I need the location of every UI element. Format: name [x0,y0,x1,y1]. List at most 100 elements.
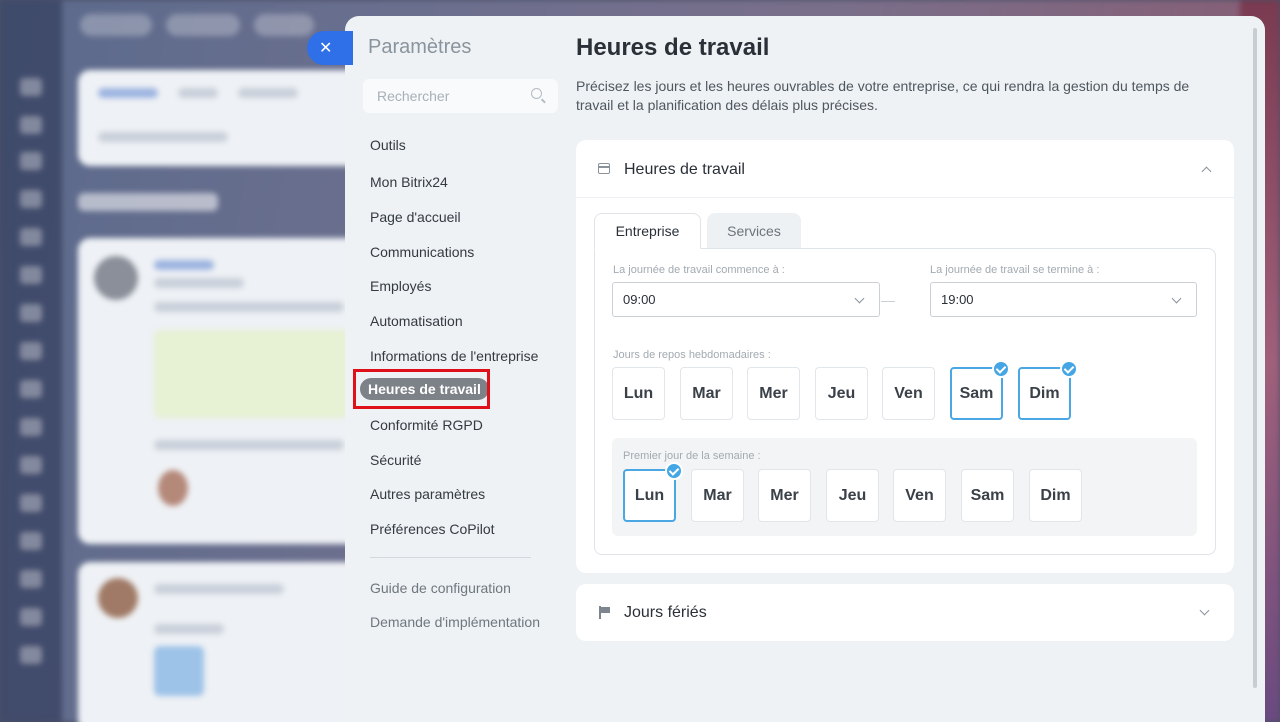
background-block [154,646,204,696]
background-pill [166,14,240,36]
background-avatar [158,470,188,506]
search-input[interactable]: Rechercher [363,79,558,113]
scrollbar[interactable] [1253,28,1257,688]
background-icon [20,646,42,664]
close-icon: ✕ [319,40,333,57]
background-icon [20,190,42,208]
background-icon [20,228,42,246]
first-day-sam[interactable]: Sam [961,469,1014,522]
first-day-jeu[interactable]: Jeu [826,469,879,522]
end-time-select[interactable]: 19:00 [930,282,1197,317]
holidays-card[interactable]: Jours fériés [576,584,1234,641]
time-range-dash [881,301,895,302]
background-icon [20,266,42,284]
background-line [238,88,298,98]
highlight-frame [353,369,490,409]
background-icon [20,152,42,170]
check-icon [992,360,1010,378]
first-day-lun-label: Lun [634,486,665,504]
rest-day-sam-label: Sam [959,384,994,402]
page-title: Heures de travail [576,34,770,61]
background-pill [80,14,152,36]
background-left-bar [0,0,62,722]
background-line [98,88,158,98]
check-icon [665,462,683,480]
flag-icon [599,606,610,619]
sidebar-item-preferences-copilot[interactable]: Préférences CoPilot [370,521,495,537]
sidebar-item-demande-implementation[interactable]: Demande d'implémentation [370,614,540,630]
chevron-down-icon [1171,293,1182,304]
background-icon [20,532,42,550]
background-avatar [98,578,138,618]
rest-day-dim-label: Dim [1029,384,1060,402]
sidebar-item-page-accueil[interactable]: Page d'accueil [370,209,461,225]
first-day-lun[interactable]: Lun [623,462,683,522]
background-icon [20,418,42,436]
background-pill [254,14,314,36]
background-line [98,132,228,142]
close-button[interactable]: ✕ [307,31,353,65]
background-card [78,562,368,722]
first-day-mer[interactable]: Mer [758,469,811,522]
settings-content: Heures de travail Précisez les jours et … [576,16,1236,722]
weekly-rest-label: Jours de repos hebdomadaires : [613,349,771,361]
chevron-down-icon[interactable] [1199,605,1210,616]
first-day-dim[interactable]: Dim [1029,469,1082,522]
background-line [178,88,218,98]
first-day-label: Premier jour de la semaine : [623,450,761,462]
rest-day-ven[interactable]: Ven [882,367,935,420]
background-line [154,278,244,288]
start-time-label: La journée de travail commence à : [613,264,785,276]
chevron-up-icon[interactable] [1201,166,1212,177]
first-day-ven[interactable]: Ven [893,469,946,522]
sidebar-item-guide-configuration[interactable]: Guide de configuration [370,580,511,596]
sidebar-item-securite[interactable]: Sécurité [370,452,421,468]
background-heading [78,193,218,211]
sidebar-item-automatisation[interactable]: Automatisation [370,313,463,329]
rest-day-dim[interactable]: Dim [1018,360,1078,420]
background-line [154,440,344,450]
working-hours-card-header[interactable]: Heures de travail [576,140,1234,198]
holidays-card-title: Jours fériés [624,604,707,621]
first-day-mar[interactable]: Mar [691,469,744,522]
background-line [154,624,224,634]
background-icon [20,78,42,96]
background-icon [20,342,42,360]
tab-entreprise[interactable]: Entreprise [594,213,701,249]
calendar-icon [598,163,610,174]
sidebar-divider [370,557,531,558]
sidebar-item-mon-bitrix24[interactable]: Mon Bitrix24 [370,174,448,190]
background-icon [20,380,42,398]
background-icon [20,494,42,512]
rest-day-mer[interactable]: Mer [747,367,800,420]
background-icon [20,456,42,474]
background-avatar [94,256,138,300]
start-time-value: 09:00 [623,292,656,307]
tab-services[interactable]: Services [707,213,801,249]
page-description: Précisez les jours et les heures ouvrabl… [576,78,1190,113]
background-icon [20,304,42,322]
sidebar-item-outils[interactable]: Outils [370,137,406,153]
rest-day-lun[interactable]: Lun [612,367,665,420]
end-time-value: 19:00 [941,292,974,307]
end-time-label: La journée de travail se termine à : [930,264,1100,276]
chevron-down-icon [854,293,865,304]
background-icon [20,570,42,588]
settings-panel: Paramètres Rechercher Outils Mon Bitrix2… [345,16,1265,722]
sidebar-item-conformite-rgpd[interactable]: Conformité RGPD [370,417,483,433]
sidebar-item-employes[interactable]: Employés [370,278,431,294]
rest-day-mar[interactable]: Mar [680,367,733,420]
search-icon [531,88,542,99]
start-time-select[interactable]: 09:00 [612,282,880,317]
rest-day-jeu[interactable]: Jeu [815,367,868,420]
background-card [78,70,368,166]
background-card [78,238,368,544]
rest-day-sam[interactable]: Sam [950,360,1010,420]
sidebar-item-communications[interactable]: Communications [370,244,474,260]
sidebar-item-autres-parametres[interactable]: Autres paramètres [370,486,485,502]
background-icon [20,608,42,626]
background-line [154,260,214,270]
background-block [154,330,364,418]
sidebar-title: Paramètres [368,36,472,58]
sidebar-item-informations-entreprise[interactable]: Informations de l'entreprise [370,348,538,364]
